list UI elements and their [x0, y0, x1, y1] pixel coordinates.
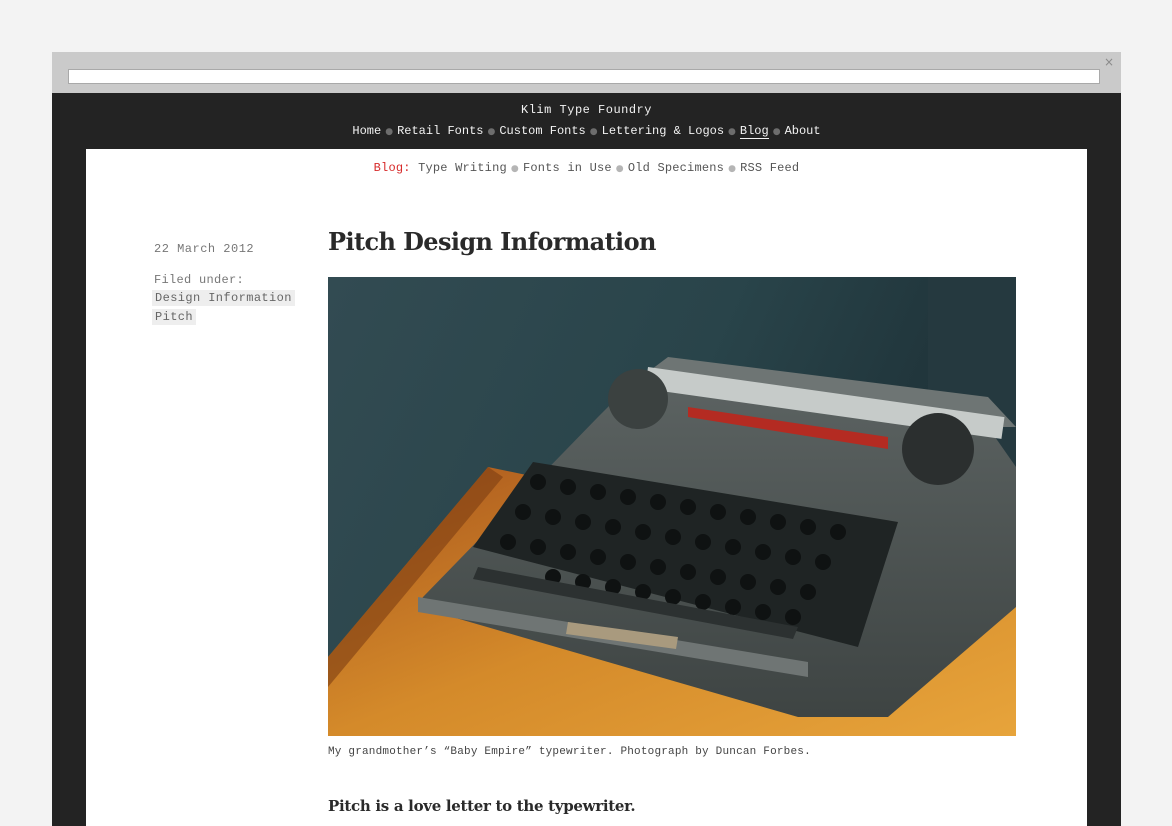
filed-under-label: Filed under: [154, 273, 245, 287]
main-nav: Home ● Retail Fonts ● Custom Fonts ● Lettering… [52, 124, 1121, 139]
photo-caption: My grandmother’s “Baby Empire” typewrite… [328, 746, 811, 758]
browser-window: × Klim Type Foundry Home ● Retail Fonts ● Cu… [52, 52, 1121, 826]
address-bar[interactable] [68, 69, 1100, 84]
nav-item-lettering-logos[interactable]: Lettering & Logos [602, 124, 724, 138]
nav-item-custom-fonts[interactable]: Custom Fonts [499, 124, 585, 138]
blog-subnav: Blog: Type Writing ● Fonts in Use ● Old Spec… [86, 161, 1087, 175]
subnav-label: Blog: [373, 161, 411, 175]
separator-icon: ● [728, 164, 737, 174]
tag-design-information[interactable]: Design Information [152, 290, 295, 306]
post-lede: Pitch is a love letter to the typewriter… [328, 797, 636, 815]
tag-list: Design Information Pitch [152, 287, 314, 325]
nav-item-blog[interactable]: Blog [739, 124, 769, 139]
page-content: Blog: Type Writing ● Fonts in Use ● Old Spec… [86, 149, 1087, 826]
subnav-item-old-specimens[interactable]: Old Specimens [628, 161, 724, 175]
subnav-item-rss-feed[interactable]: RSS Feed [740, 161, 799, 175]
post-meta: 22 March 2012 Filed under: Design Inform… [152, 242, 314, 325]
separator-icon: ● [487, 127, 496, 137]
separator-icon: ● [589, 127, 598, 137]
subnav-item-fonts-in-use[interactable]: Fonts in Use [523, 161, 612, 175]
separator-icon: ● [510, 164, 519, 174]
post-title: Pitch Design Information [328, 227, 656, 256]
separator-icon: ● [385, 127, 394, 137]
nav-item-retail-fonts[interactable]: Retail Fonts [397, 124, 483, 138]
site-title[interactable]: Klim Type Foundry [52, 103, 1121, 117]
subnav-item-type-writing[interactable]: Type Writing [418, 161, 507, 175]
nav-item-about[interactable]: About [785, 124, 821, 138]
tag-pitch[interactable]: Pitch [152, 309, 197, 325]
close-icon[interactable]: × [1103, 56, 1115, 68]
separator-icon: ● [772, 127, 781, 137]
nav-item-home[interactable]: Home [352, 124, 381, 138]
typewriter-photo [328, 277, 1016, 736]
post-date: 22 March 2012 [154, 242, 255, 256]
browser-chrome: × [52, 52, 1121, 93]
separator-icon: ● [615, 164, 624, 174]
separator-icon: ● [728, 127, 736, 137]
